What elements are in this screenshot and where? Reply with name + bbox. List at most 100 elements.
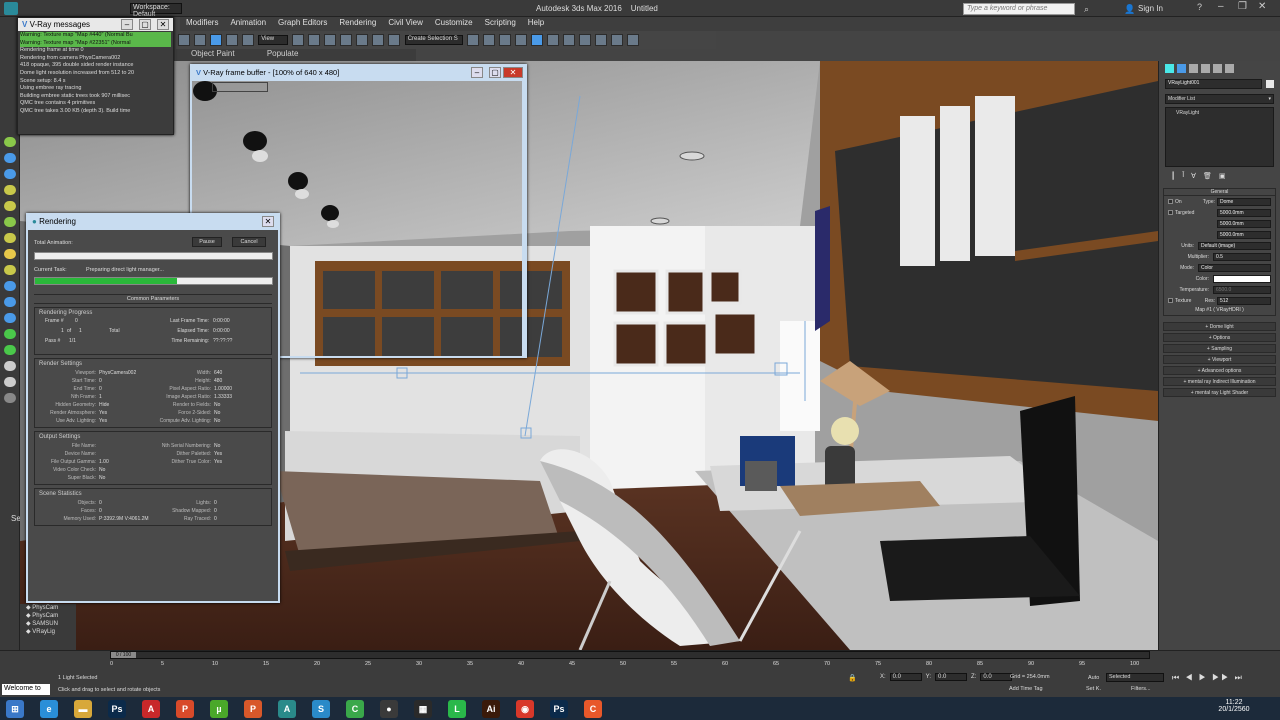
scale-icon[interactable] [226, 34, 238, 46]
rotate-icon[interactable] [210, 34, 222, 46]
pause-button[interactable]: Pause [192, 237, 222, 247]
add-time-tag-button[interactable]: Add Time Tag [1009, 686, 1043, 692]
scene-item[interactable]: ◆ SAMSUN [20, 620, 76, 628]
rendering-titlebar[interactable]: ● Rendering ✕ [28, 215, 278, 230]
key-filters-button[interactable]: Filters... [1131, 686, 1151, 692]
tool-icon[interactable] [4, 345, 16, 355]
tab-object-paint[interactable]: Object Paint [191, 49, 235, 58]
message-log[interactable]: Warning: Texture map "Map #440" (Normal … [18, 31, 173, 134]
modifier-stack[interactable]: VRayLight [1165, 107, 1274, 167]
size-field[interactable]: 5000.0mm [1217, 219, 1271, 228]
show-end-icon[interactable]: Ī [1182, 172, 1184, 180]
rollout-mental-ray-indirect-illumination[interactable]: + mental ray Indirect Illumination [1163, 377, 1276, 386]
percent-snap-icon[interactable] [372, 34, 385, 46]
ie-icon[interactable]: e [40, 700, 58, 718]
tab-populate[interactable]: Populate [267, 49, 299, 58]
maxscript-listener[interactable]: Welcome to [2, 684, 50, 695]
select-manipulate-icon[interactable] [308, 34, 321, 46]
rollout-sampling[interactable]: + Sampling [1163, 344, 1276, 353]
schematic-icon[interactable] [546, 34, 559, 46]
chrome-icon[interactable]: ◉ [516, 700, 534, 718]
utorrent-icon[interactable]: µ [210, 700, 228, 718]
multiplier-field[interactable]: 0.5 [1213, 252, 1271, 261]
tool-icon[interactable] [4, 169, 16, 179]
set-key-button[interactable]: Set K. [1086, 686, 1101, 692]
curve-editor-icon[interactable] [530, 34, 543, 46]
menu-customize[interactable]: Customize [429, 17, 479, 28]
type-dropdown[interactable]: Dome [1217, 197, 1271, 206]
rollout-options[interactable]: + Options [1163, 333, 1276, 342]
photoshop2-icon[interactable]: Ps [550, 700, 568, 718]
pdf-icon[interactable]: P [176, 700, 194, 718]
maximize-button[interactable]: ❐ [1238, 1, 1247, 12]
tool-icon[interactable] [4, 249, 16, 259]
auto-key-button[interactable]: Auto [1088, 675, 1099, 681]
obs-icon[interactable]: ● [380, 700, 398, 718]
x-field[interactable]: 0.0 [889, 673, 922, 681]
menu-modifiers[interactable]: Modifiers [180, 17, 224, 28]
hierarchy-tab-icon[interactable] [1189, 64, 1198, 73]
search-input[interactable]: Type a keyword or phrase [963, 3, 1075, 15]
object-color-swatch[interactable] [1266, 80, 1274, 88]
units-dropdown[interactable]: Default (image) [1198, 241, 1271, 250]
app-icon[interactable]: C [584, 700, 602, 718]
menu-help[interactable]: Help [522, 17, 550, 28]
key-filter-dropdown[interactable]: Selected [1106, 673, 1164, 682]
spinner-snap-icon[interactable] [388, 34, 401, 46]
app-logo-icon[interactable] [4, 2, 18, 15]
material-editor-icon[interactable] [562, 34, 575, 46]
time-slider-thumb[interactable]: 0 / 100 [111, 652, 136, 658]
modify-tab-icon[interactable] [1177, 64, 1186, 73]
minimize-button[interactable]: – [471, 67, 483, 78]
photoshop-icon[interactable]: Ps [108, 700, 126, 718]
menu-scripting[interactable]: Scripting [479, 17, 522, 28]
tool-icon[interactable] [4, 185, 16, 195]
menu-graph-editors[interactable]: Graph Editors [272, 17, 333, 28]
undo-icon[interactable] [178, 34, 190, 46]
tool-icon[interactable] [4, 393, 16, 403]
system-clock[interactable]: 11:22 20/1/2560 [1214, 699, 1254, 713]
workspace-dropdown[interactable]: Workspace: Default [130, 3, 182, 18]
general-title[interactable]: General [1164, 189, 1275, 196]
autocad-icon[interactable]: A [278, 700, 296, 718]
tool-icon[interactable] [4, 217, 16, 227]
stack-item[interactable]: VRayLight [1168, 110, 1271, 116]
graphite-icon[interactable] [514, 34, 527, 46]
tool-icon[interactable] [4, 233, 16, 243]
keyboard-shortcut-icon[interactable] [324, 34, 337, 46]
size-field[interactable]: 5000.0mm [1217, 208, 1271, 217]
common-parameters-header[interactable]: Common Parameters [34, 294, 272, 304]
render-production-icon[interactable] [626, 34, 639, 46]
sketchup-icon[interactable]: S [312, 700, 330, 718]
layer-icon[interactable] [498, 34, 511, 46]
tool-icon[interactable] [4, 153, 16, 163]
snap-icon[interactable] [340, 34, 353, 46]
menu-animation[interactable]: Animation [224, 17, 272, 28]
tool-icon[interactable] [4, 297, 16, 307]
vfb-titlebar[interactable]: V V-Ray frame buffer - [100% of 640 x 48… [192, 66, 525, 81]
mode-dropdown[interactable]: Color [1198, 263, 1271, 272]
minimize-button[interactable]: – [1218, 1, 1224, 12]
close-button[interactable]: ✕ [262, 216, 274, 227]
rollout-viewport[interactable]: + Viewport [1163, 355, 1276, 364]
render-icon[interactable] [610, 34, 623, 46]
windows-start-icon[interactable]: ⊞ [6, 700, 24, 718]
illustrator-icon[interactable]: Ai [482, 700, 500, 718]
create-tab-icon[interactable] [1165, 64, 1174, 73]
close-button[interactable]: ✕ [157, 19, 169, 30]
tool-icon[interactable] [4, 313, 16, 323]
remove-modifier-icon[interactable]: 🗑 [1203, 172, 1212, 180]
folder-icon[interactable]: ▬ [74, 700, 92, 718]
close-button[interactable]: ✕ [503, 67, 523, 78]
lock-icon[interactable]: 🔒 [848, 674, 857, 682]
sign-in-link[interactable]: Sign In [1138, 4, 1163, 13]
minimize-button[interactable]: – [121, 19, 133, 30]
angle-snap-icon[interactable] [356, 34, 369, 46]
scene-item[interactable]: ◆ VRayLig [20, 628, 76, 636]
tool-icon[interactable] [4, 361, 16, 371]
selection-set-dropdown[interactable]: Create Selection S [404, 35, 463, 45]
select-icon[interactable] [242, 34, 254, 46]
rollout-advanced-options[interactable]: + Advanced options [1163, 366, 1276, 375]
mirror-icon[interactable] [466, 34, 479, 46]
targeted-checkbox[interactable] [1168, 210, 1173, 215]
